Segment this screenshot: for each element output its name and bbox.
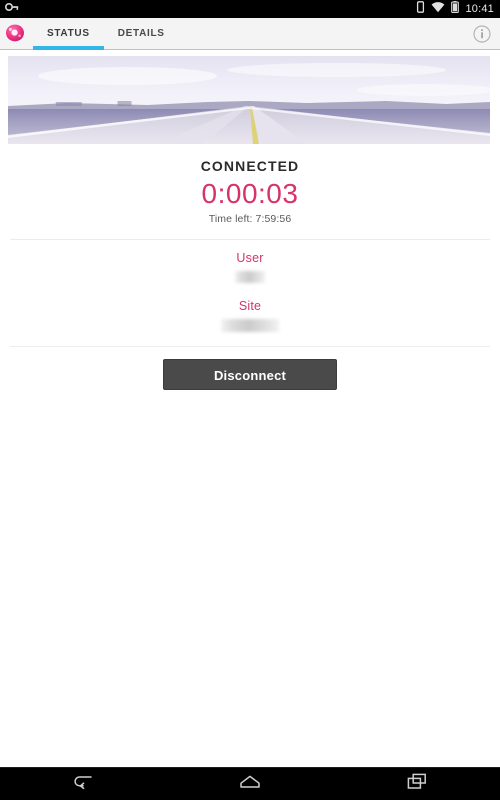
- back-arrow-icon: [71, 773, 95, 796]
- nav-home-button[interactable]: [222, 768, 278, 801]
- connection-status-block: CONNECTED 0:00:03 Time left: 7:59:56: [0, 144, 500, 225]
- session-info-section: User Site: [0, 240, 500, 333]
- action-area: Disconnect: [0, 347, 500, 391]
- status-bar-right-icons: 10:41: [416, 0, 494, 18]
- status-bar-clock: 10:41: [465, 3, 494, 15]
- time-left-label: Time left: 7:59:56: [208, 213, 292, 226]
- connection-state-label: CONNECTED: [200, 158, 300, 174]
- status-bar-left-icons: [4, 0, 19, 18]
- tab-status[interactable]: STATUS: [33, 18, 104, 50]
- app-bar: STATUS DETAILS: [0, 18, 500, 50]
- android-status-bar: 10:41: [0, 0, 500, 18]
- tab-details[interactable]: DETAILS: [104, 18, 179, 49]
- site-field-label: Site: [238, 299, 262, 314]
- user-field: User: [0, 251, 500, 284]
- site-field-value-redacted: [221, 319, 279, 333]
- user-field-label: User: [236, 251, 264, 266]
- info-icon[interactable]: [472, 24, 492, 44]
- app-logo-icon: [3, 22, 27, 46]
- tab-bar: STATUS DETAILS: [33, 18, 179, 50]
- battery-icon: [451, 0, 460, 18]
- wifi-icon: [431, 0, 445, 18]
- vibrate-mode-icon: [416, 0, 425, 18]
- disconnect-button[interactable]: Disconnect: [163, 359, 337, 391]
- status-screen: CONNECTED 0:00:03 Time left: 7:59:56 Use…: [0, 50, 500, 767]
- site-field: Site: [0, 299, 500, 333]
- desert-highway-banner: [8, 56, 490, 144]
- recent-apps-icon: [406, 773, 428, 795]
- user-field-value-redacted: [235, 271, 265, 284]
- nav-back-button[interactable]: [55, 768, 111, 801]
- session-timer: 0:00:03: [201, 178, 299, 209]
- vpn-key-icon: [4, 0, 19, 18]
- nav-recents-button[interactable]: [389, 768, 445, 801]
- home-icon: [238, 774, 262, 795]
- android-navigation-bar: [0, 767, 500, 800]
